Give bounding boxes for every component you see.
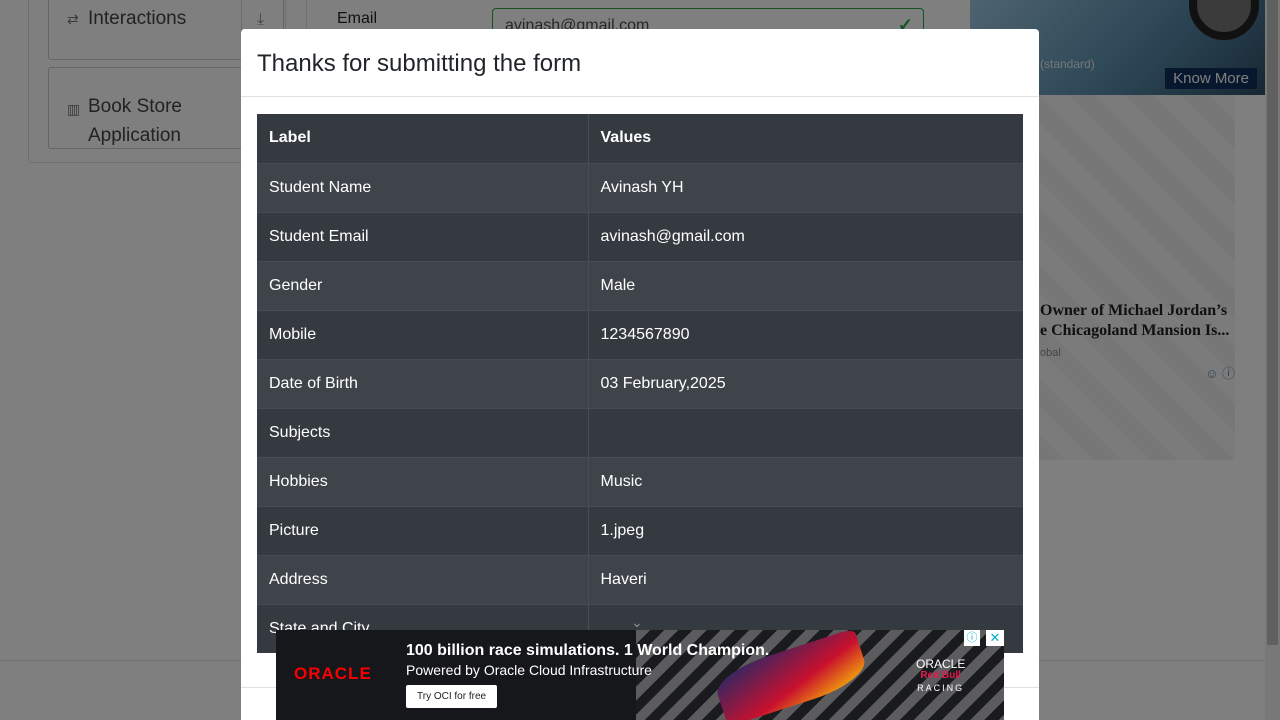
results-table: Label Values Student Name Avinash YH Stu… [257,114,1023,653]
modal-body[interactable]: Label Values Student Name Avinash YH Stu… [257,114,1023,655]
oracle-banner-ad[interactable]: ORACLE 100 billion race simulations. 1 W… [276,630,1004,720]
row-label: Mobile [257,309,589,359]
row-value: 1234567890 [588,309,1023,359]
row-label: Address [257,554,589,604]
table-row: Picture 1.jpeg [257,505,1023,555]
redbull-racing-logo: ORACLE Red Bull RACING [916,658,965,694]
column-header-values: Values [600,129,652,147]
row-value: avinash@gmail.com [588,211,1023,261]
row-value: Haveri [588,554,1023,604]
close-icon[interactable]: ✕ [986,630,1004,646]
row-value: Avinash YH [588,162,1023,212]
row-value: 1.jpeg [588,505,1023,555]
table-row: Student Name Avinash YH [257,162,1023,212]
row-value [588,407,1023,457]
modal-title: Thanks for submitting the form [257,50,582,77]
row-value: Male [588,260,1023,310]
chevron-down-icon[interactable]: ⌄ [631,614,643,631]
table-row: Address Haveri [257,554,1023,604]
ad-subline: Powered by Oracle Cloud Infrastructure [406,662,652,678]
row-value: Music [588,456,1023,506]
partner-oracle-text: ORACLE [916,657,966,671]
try-oci-button[interactable]: Try OCI for free [406,685,498,708]
oracle-logo: ORACLE [294,664,372,683]
table-header-row: Label Values [257,114,1023,163]
table-row: Subjects [257,407,1023,457]
table-row: Student Email avinash@gmail.com [257,211,1023,261]
row-label: Gender [257,260,589,310]
row-label: Student Name [257,162,589,212]
row-label: Student Email [257,211,589,261]
partner-racing-text: RACING [917,683,965,693]
table-row: Mobile 1234567890 [257,309,1023,359]
column-header-label: Label [257,114,589,163]
row-label: Picture [257,505,589,555]
row-label: Subjects [257,407,589,457]
ad-headline: 100 billion race simulations. 1 World Ch… [406,642,770,659]
table-row: Hobbies Music [257,456,1023,506]
table-row: Gender Male [257,260,1023,310]
row-label: Date of Birth [257,358,589,408]
row-label: Hobbies [257,456,589,506]
modal-header: Thanks for submitting the form [241,29,1039,97]
table-row: Date of Birth 03 February,2025 [257,358,1023,408]
adchoices-icon[interactable]: ⓘ [964,630,980,646]
row-value: 03 February,2025 [588,358,1023,408]
partner-redbull-text: Red Bull [920,670,961,681]
